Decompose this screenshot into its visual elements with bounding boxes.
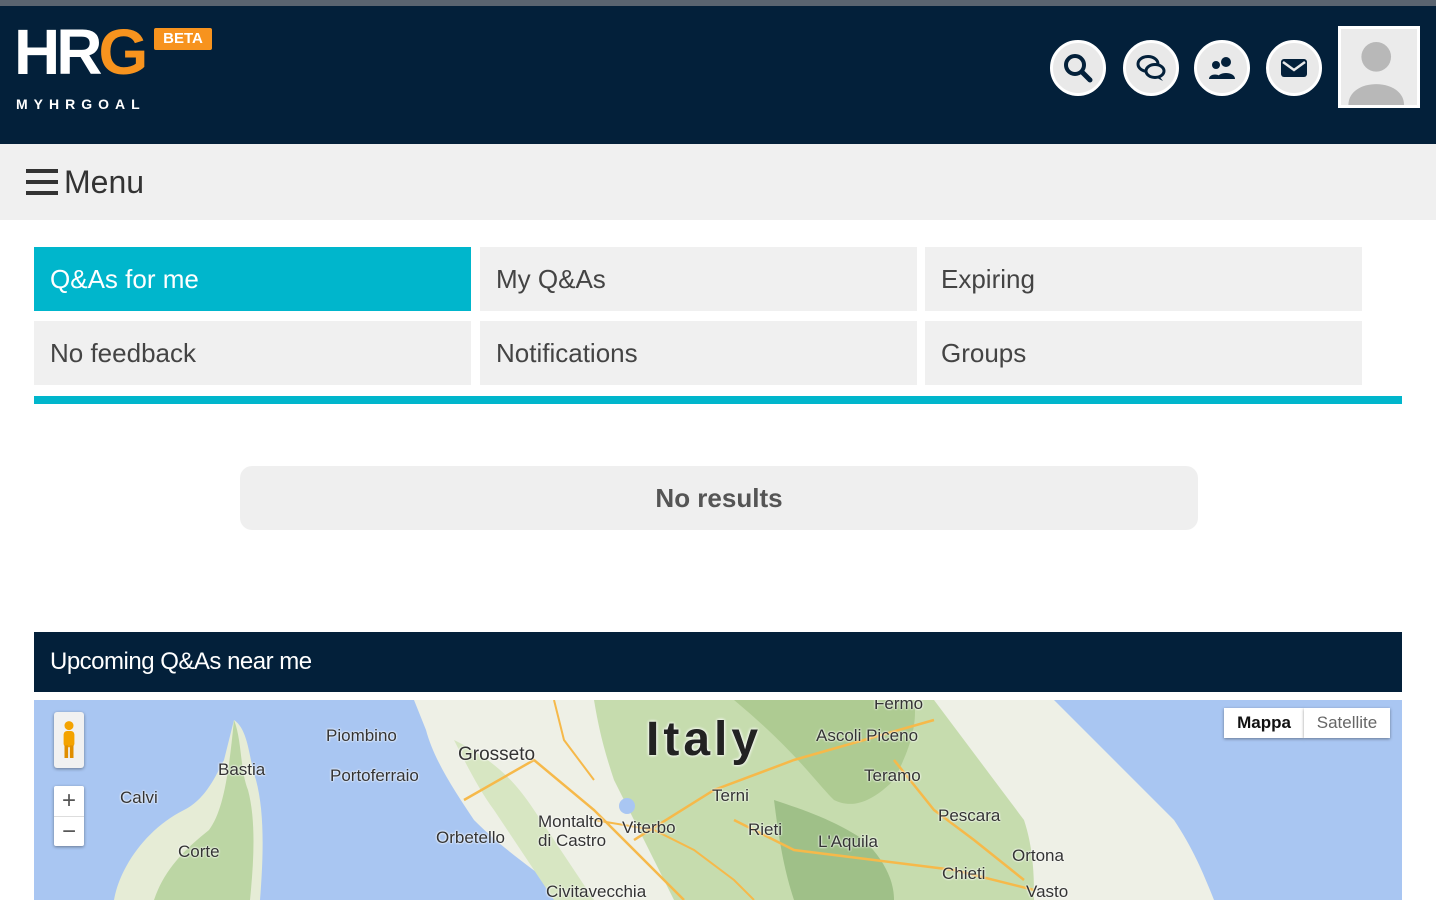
map-label-place: Calvi [120, 788, 158, 807]
hrg-logo[interactable]: HRG BETA MYHRGOAL [14, 16, 224, 112]
avatar-placeholder-icon [1348, 41, 1405, 105]
logo-wordmark: HRG [14, 16, 148, 88]
map-label-place: Bastia [218, 760, 266, 779]
app-header: HRG BETA MYHRGOAL [0, 6, 1436, 144]
pegman-icon [63, 721, 75, 758]
map-label-place: Montalto di Castro [538, 812, 607, 850]
logo-subtitle: MYHRGOAL [16, 96, 146, 112]
map-label-place: Chieti [942, 864, 986, 883]
map-label-place: Teramo [864, 766, 921, 785]
zoom-out-button[interactable]: − [54, 816, 84, 846]
map-label-place: Portoferraio [330, 766, 419, 785]
search-button[interactable] [1050, 40, 1106, 96]
map-label-place: Rieti [748, 820, 783, 839]
chat-button[interactable] [1123, 40, 1179, 96]
tab-underline [34, 396, 1402, 404]
upcoming-qas-panel-title: Upcoming Q&As near me [34, 632, 1402, 692]
zoom-in-button[interactable]: + [54, 786, 84, 816]
menu-toggle-button[interactable]: Menu [26, 164, 144, 200]
tab-groups[interactable]: Groups [925, 321, 1362, 385]
map-label-place: Orbetello [436, 828, 505, 847]
map-zoom-control: + − [54, 786, 84, 846]
no-results-message: No results [240, 466, 1198, 530]
map-label-place: Vasto [1026, 882, 1069, 900]
map-label-place: Piombino [326, 726, 397, 745]
map-label-place: Grosseto [458, 744, 536, 765]
user-avatar[interactable] [1338, 26, 1420, 108]
map-label-place: Viterbo [622, 818, 676, 837]
menu-bar: Menu [0, 144, 1436, 220]
map-label-place: Corte [178, 842, 220, 861]
map-label-place: Pescara [938, 806, 1001, 825]
mail-button[interactable] [1266, 40, 1322, 96]
tab-qas-for-me[interactable]: Q&As for me [34, 247, 471, 311]
mail-icon [1281, 59, 1307, 77]
map-label-place: Fermo [874, 700, 924, 713]
tab-my-qas[interactable]: My Q&As [480, 247, 917, 311]
map-label-country: Italy [646, 713, 763, 766]
beta-badge: BETA [154, 28, 212, 50]
users-icon [1209, 57, 1235, 79]
tab-expiring[interactable]: Expiring [925, 247, 1362, 311]
chat-icon [1136, 55, 1166, 81]
map-view[interactable]: + − Mappa Satellite Italy Fermo Piombino… [34, 700, 1402, 900]
users-button[interactable] [1194, 40, 1250, 96]
map-label-place: Civitavecchia [546, 882, 647, 900]
tab-no-feedback[interactable]: No feedback [34, 321, 471, 385]
street-view-pegman[interactable] [54, 712, 84, 768]
map-label-place: Ortona [1012, 846, 1064, 865]
map-label-place: Terni [712, 786, 749, 805]
search-icon [1064, 54, 1093, 83]
map-type-satellite-button[interactable]: Satellite [1304, 708, 1390, 738]
tab-notifications[interactable]: Notifications [480, 321, 917, 385]
menu-label: Menu [64, 163, 145, 200]
map-label-place: L'Aquila [818, 832, 878, 851]
map-label-place: Ascoli Piceno [816, 726, 919, 745]
hamburger-icon [26, 169, 58, 195]
map-type-map-button[interactable]: Mappa [1224, 708, 1304, 738]
